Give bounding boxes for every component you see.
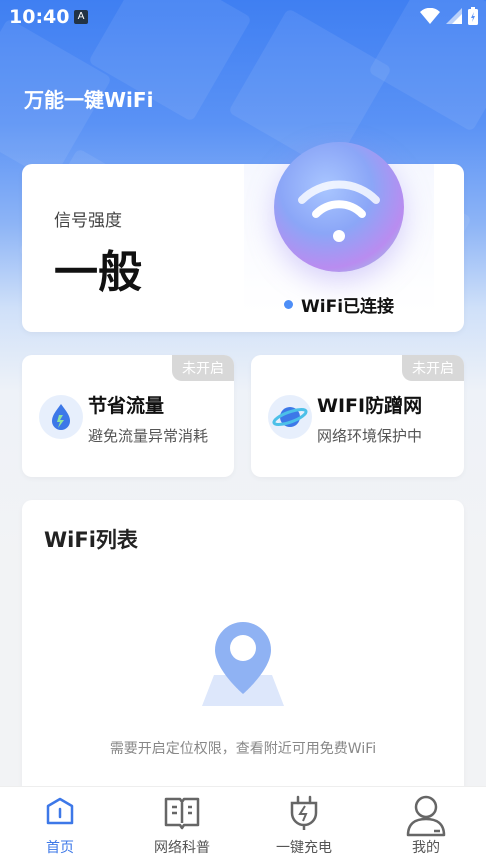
- feature-subtitle: 网络环境保护中: [317, 427, 423, 445]
- anti-leech-card[interactable]: 未开启 WIFI防蹭网 网络环境保护中: [251, 355, 464, 477]
- notification-app-icon: A: [74, 10, 88, 24]
- wifi-list-card: WiFi列表 需要开启定位权限，查看附近可用免费WiFi: [22, 500, 464, 800]
- wifi-list-title: WiFi列表: [44, 528, 138, 552]
- user-icon: [406, 795, 446, 837]
- status-bar: 10:40 A: [0, 0, 486, 34]
- signal-strength-label: 信号强度: [54, 211, 122, 231]
- tab-label: 首页: [46, 840, 74, 856]
- book-icon: [164, 797, 200, 830]
- cell-signal-icon: [446, 8, 462, 24]
- planet-icon: [268, 395, 312, 439]
- status-dot: [284, 300, 293, 309]
- status-time: 10:40: [9, 6, 70, 28]
- signal-strength-value: 一般: [54, 247, 142, 298]
- status-badge: 未开启: [172, 355, 234, 381]
- location-pin-icon: [200, 620, 286, 712]
- wifi-status-icon: [420, 8, 440, 24]
- feature-title: 节省流量: [88, 395, 165, 417]
- status-badge: 未开启: [402, 355, 464, 381]
- save-data-card[interactable]: 未开启 节省流量 避免流量异常消耗: [22, 355, 234, 477]
- tab-network-tips[interactable]: 网络科普: [132, 787, 232, 865]
- wifi-orb[interactable]: [274, 142, 404, 272]
- wifi-icon: [298, 180, 380, 242]
- feature-subtitle: 避免流量异常消耗: [88, 427, 209, 445]
- tab-me[interactable]: 我的: [376, 787, 476, 865]
- tab-label: 网络科普: [154, 840, 210, 856]
- tab-home[interactable]: 首页: [10, 787, 110, 865]
- connection-status-text: WiFi已连接: [301, 297, 395, 317]
- signal-card[interactable]: 信号强度 一般 WiFi已连接: [22, 142, 464, 332]
- water-drop-icon: [39, 395, 83, 439]
- tab-label: 我的: [412, 840, 440, 856]
- location-permission-hint[interactable]: 需要开启定位权限，查看附近可用免费WiFi: [22, 738, 464, 758]
- app-title: 万能一键WiFi: [24, 88, 154, 112]
- connection-status: WiFi已连接: [284, 292, 394, 317]
- tab-label: 一键充电: [276, 840, 332, 856]
- battery-icon: [468, 7, 478, 25]
- bottom-tab-bar: 首页 网络科普 一键充电 我的: [0, 786, 486, 865]
- charge-plug-icon: [290, 795, 318, 830]
- tab-quick-charge[interactable]: 一键充电: [254, 787, 354, 865]
- feature-title: WIFI防蹭网: [317, 395, 423, 417]
- home-icon: [46, 797, 74, 825]
